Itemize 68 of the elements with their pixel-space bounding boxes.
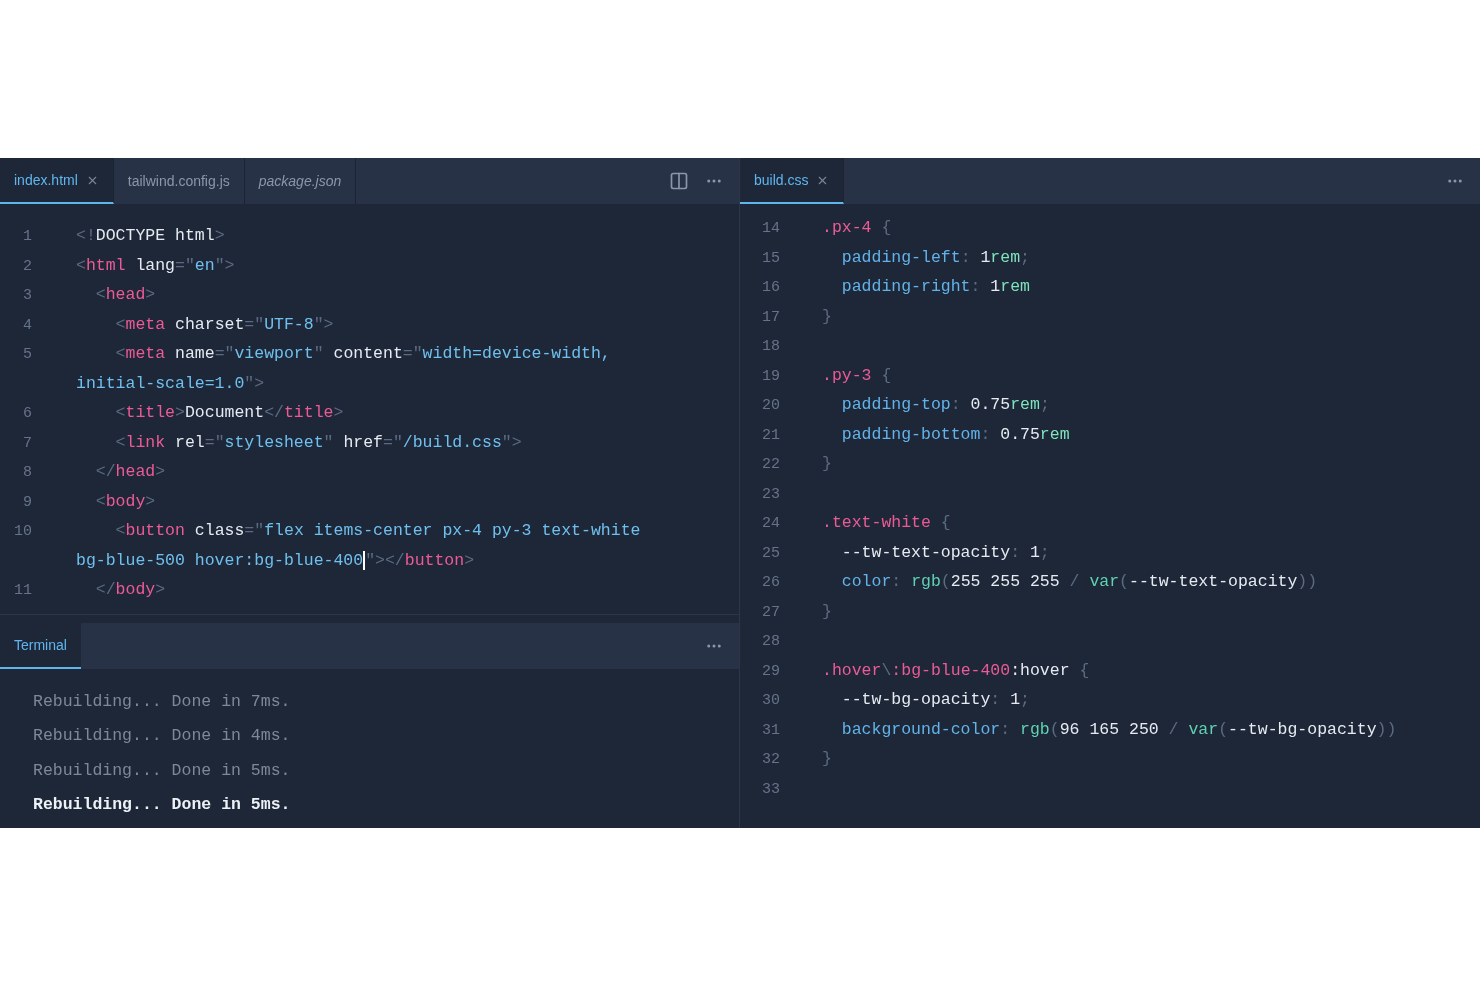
terminal-line: Rebuilding... Done in 4ms. (33, 725, 291, 748)
code-line: <head> (94, 284, 156, 307)
line-number: 16 (762, 279, 780, 297)
line-number: 33 (762, 780, 780, 798)
code-line: --tw-bg-opacity: 1; (840, 689, 1030, 712)
line-number: 22 (762, 456, 780, 474)
line-number: 26 (762, 574, 780, 592)
code-line: padding-bottom: 0.75rem (840, 423, 1070, 446)
code-line: <button class="flex items-center px-4 py-3 text-white (114, 520, 641, 543)
line-number: 30 (762, 692, 780, 710)
line-number: 19 (762, 367, 780, 385)
line-number: 28 (762, 633, 780, 651)
code-line: background-color: rgb(96 165 250 / var(--tw-bg-opacity)) (840, 718, 1397, 741)
line-number: 25 (762, 544, 780, 562)
line-number: 20 (762, 397, 780, 415)
code-line: color: rgb(255 255 255 / var(--tw-text-opacity)) (840, 571, 1318, 594)
editor-tab[interactable]: index.html (0, 158, 114, 204)
editor-tab[interactable]: build.css (740, 158, 845, 204)
code-line: } (822, 305, 832, 328)
line-number: 27 (762, 603, 780, 621)
code-line: <link rel="stylesheet" href="/build.css"> (114, 431, 522, 454)
code-line: <!DOCTYPE html> (76, 225, 225, 248)
code-line: } (822, 600, 832, 623)
line-number: 17 (762, 308, 780, 326)
line-number: 9 (23, 493, 32, 511)
line-number: 32 (762, 751, 780, 769)
code-line: </head> (94, 461, 166, 484)
code-line: padding-left: 1rem; (840, 246, 1030, 269)
terminal-tab[interactable]: Terminal (0, 623, 81, 669)
code-line: initial-scale=1.0"> (76, 372, 265, 395)
code-line: padding-top: 0.75rem; (840, 394, 1050, 417)
code-line: <title>Document</title> (114, 402, 344, 425)
line-number: 8 (23, 464, 32, 482)
line-number: 24 (762, 515, 780, 533)
line-number: 18 (762, 338, 780, 356)
line-number: 23 (762, 485, 780, 503)
line-number: 3 (23, 287, 32, 305)
terminal-line: Rebuilding... Done in 5ms. (33, 759, 291, 782)
line-number: 21 (762, 426, 780, 444)
code-line: .px-4 { (822, 217, 892, 240)
code-line: .text-white { (822, 512, 951, 535)
code-line: <body> (94, 490, 156, 513)
code-line: <html lang="en"> (76, 254, 235, 277)
line-number: 10 (14, 523, 32, 541)
line-number: 14 (762, 220, 780, 238)
code-line: } (822, 453, 832, 476)
line-number: 11 (14, 582, 32, 600)
terminal-line: Rebuilding... Done in 7ms. (33, 690, 291, 713)
code-line: <meta charset="UTF-8"> (114, 313, 334, 336)
line-number: 5 (23, 346, 32, 364)
line-number: 6 (23, 405, 32, 423)
line-number: 15 (762, 249, 780, 267)
line-number: 31 (762, 721, 780, 739)
line-number: 7 (23, 434, 32, 452)
code-line: padding-right: 1rem (840, 276, 1030, 299)
code-line: <meta name="viewport" content="width=device-width, (114, 343, 611, 366)
code-line: --tw-text-opacity: 1; (840, 541, 1050, 564)
terminal-line: Rebuilding... Done in 5ms. (33, 794, 291, 817)
line-number: 2 (23, 257, 32, 275)
code-line: </body> (94, 579, 166, 602)
line-number: 4 (23, 316, 32, 334)
code-line: .py-3 { (822, 364, 892, 387)
line-number: 29 (762, 662, 780, 680)
code-line: .hover\:bg-blue-400:hover { (822, 659, 1090, 682)
line-number: 1 (23, 228, 32, 246)
code-line: } (822, 748, 832, 771)
split-editor-icon[interactable] (669, 171, 689, 191)
code-line: bg-blue-500 hover:bg-blue-400"></button> (76, 549, 475, 573)
